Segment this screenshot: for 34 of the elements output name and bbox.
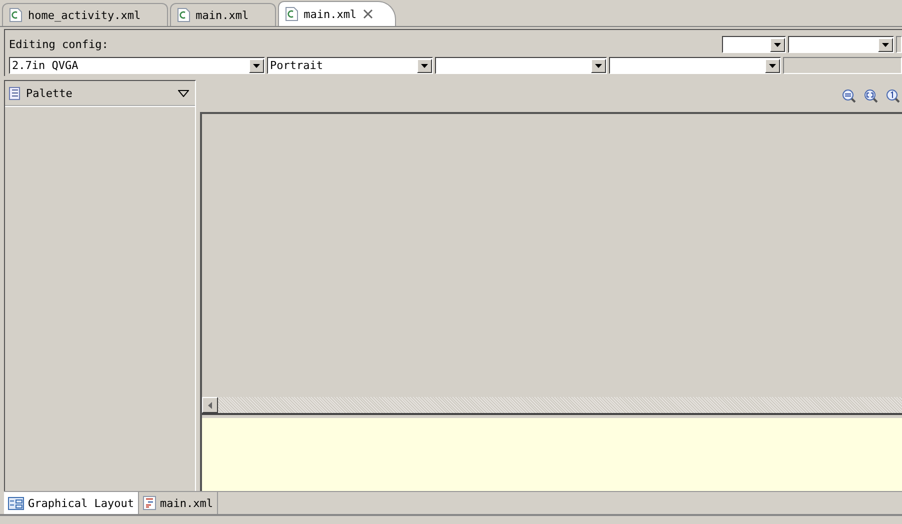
palette-title: Palette (26, 86, 74, 100)
document-icon (9, 8, 22, 22)
caret-icon (253, 64, 260, 68)
caret-icon (421, 64, 428, 68)
caret-icon (595, 64, 602, 68)
input-field[interactable] (896, 36, 902, 53)
zoom-actual-icon[interactable] (886, 89, 900, 103)
editor-page-tab[interactable]: Graphical Layout (4, 492, 139, 514)
dropdown[interactable] (435, 57, 607, 74)
editor-tab[interactable]: main.xml (170, 3, 276, 26)
xml-file-icon (142, 496, 156, 510)
caret-icon (882, 42, 889, 46)
horizontal-scrollbar[interactable] (202, 397, 902, 413)
caret-icon (774, 42, 781, 46)
document-icon (176, 8, 190, 22)
dropdown-icon[interactable] (178, 90, 189, 96)
left-arrow-icon[interactable] (208, 402, 212, 408)
input-field[interactable] (783, 57, 902, 74)
editor-tab[interactable]: main.xml (278, 1, 396, 26)
close-icon[interactable] (362, 9, 373, 19)
orientation-dropdown[interactable]: Portrait (267, 57, 433, 74)
editing-config-label: Editing config: (9, 38, 108, 51)
dropdown[interactable] (609, 57, 781, 74)
palette-header[interactable]: Palette (5, 81, 195, 107)
device-dropdown[interactable]: 2.7in QVGA (9, 57, 265, 74)
dropdown[interactable] (788, 36, 894, 53)
caret-icon (769, 64, 776, 68)
list-icon (9, 86, 20, 100)
editor-tab[interactable]: home_activity.xml (2, 3, 168, 26)
zoom-fit-icon[interactable] (864, 89, 878, 103)
document-icon (284, 7, 298, 21)
zoom-out-icon[interactable] (842, 89, 856, 103)
layout-icon (8, 496, 24, 510)
dropdown[interactable] (722, 36, 786, 53)
